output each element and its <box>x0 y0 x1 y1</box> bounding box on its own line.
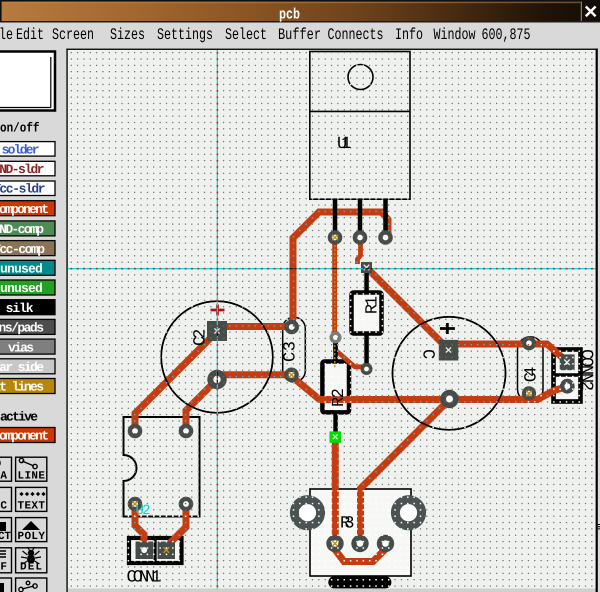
svg-text:Screen: Screen <box>52 26 94 44</box>
svg-text:C: C <box>418 349 437 359</box>
svg-text:Info: Info <box>395 26 423 44</box>
svg-text:Vcc-comp: Vcc-comp <box>0 242 45 257</box>
svg-text:Connects: Connects <box>328 26 384 44</box>
svg-text:DEL: DEL <box>20 561 42 573</box>
svg-text:active: active <box>0 410 38 425</box>
svg-text:silk: silk <box>6 301 34 316</box>
svg-text:unused: unused <box>0 281 43 296</box>
svg-text:GND-comp: GND-comp <box>0 222 44 237</box>
svg-text:Window: Window <box>434 26 476 44</box>
svg-text:C2: C2 <box>192 329 211 346</box>
svg-text:Edit: Edit <box>16 26 44 44</box>
svg-text:Sizes: Sizes <box>110 26 145 44</box>
svg-text:C4: C4 <box>523 367 542 383</box>
svg-text:pins/pads: pins/pads <box>0 321 44 336</box>
svg-text:GND-sldr: GND-sldr <box>0 162 45 177</box>
svg-text:TEXT: TEXT <box>18 501 46 513</box>
svg-text:component: component <box>0 202 49 217</box>
svg-text:vias: vias <box>8 340 34 355</box>
svg-text:pcb: pcb <box>279 7 300 24</box>
svg-text:Buffer: Buffer <box>278 26 321 44</box>
svg-text:component: component <box>0 429 49 444</box>
svg-text:solder: solder <box>2 142 40 157</box>
svg-text:unused: unused <box>0 262 43 277</box>
svg-text:File: File <box>0 26 13 44</box>
svg-text:R3: R3 <box>340 515 355 534</box>
svg-text:R2: R2 <box>330 388 349 407</box>
svg-text:U1: U1 <box>337 135 352 154</box>
svg-text:U2: U2 <box>136 503 151 519</box>
svg-text:CONN2: CONN2 <box>576 349 595 391</box>
svg-text:Select: Select <box>225 26 267 44</box>
svg-text:on/off: on/off <box>0 121 40 136</box>
svg-text:Settings: Settings <box>157 26 213 44</box>
svg-text:BUF: BUF <box>0 561 7 573</box>
svg-text:Vcc-sldr: Vcc-sldr <box>0 182 46 197</box>
svg-text:rat lines: rat lines <box>0 380 44 395</box>
svg-text:POLY: POLY <box>18 531 46 543</box>
svg-text:far side: far side <box>0 360 44 375</box>
svg-text:VIA: VIA <box>0 471 7 483</box>
svg-text:600,875: 600,875 <box>482 26 531 44</box>
svg-text:LINE: LINE <box>18 471 46 483</box>
svg-text:C3: C3 <box>282 341 301 362</box>
svg-text:RECT: RECT <box>0 531 11 543</box>
svg-text:ARC: ARC <box>0 501 7 513</box>
svg-text:CONN1: CONN1 <box>127 569 162 588</box>
svg-text:R1: R1 <box>363 296 382 314</box>
